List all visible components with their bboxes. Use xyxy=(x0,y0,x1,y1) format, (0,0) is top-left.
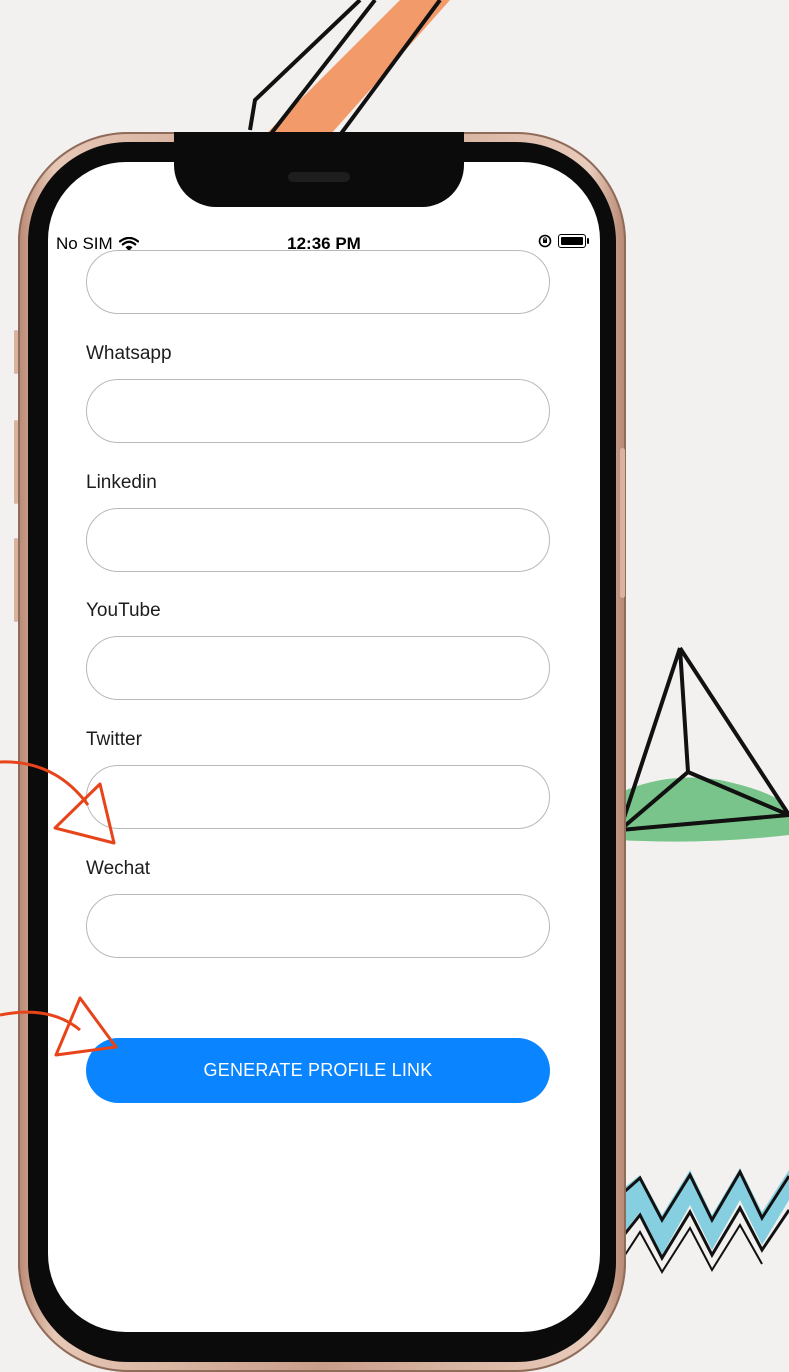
wechat-input[interactable] xyxy=(86,894,550,958)
profile-links-form: Whatsapp Linkedin YouTube Twitter Wechat… xyxy=(0,0,789,1360)
wechat-label: Wechat xyxy=(86,858,151,879)
previous-link-input[interactable] xyxy=(86,250,550,314)
linkedin-input[interactable] xyxy=(86,508,550,572)
twitter-input[interactable] xyxy=(86,765,550,829)
generate-profile-link-button[interactable]: GENERATE PROFILE LINK xyxy=(86,1038,550,1103)
whatsapp-label: Whatsapp xyxy=(86,343,172,364)
twitter-label: Twitter xyxy=(86,729,142,750)
youtube-input[interactable] xyxy=(86,636,550,700)
whatsapp-input[interactable] xyxy=(86,379,550,443)
youtube-label: YouTube xyxy=(86,600,161,621)
linkedin-label: Linkedin xyxy=(86,472,157,493)
